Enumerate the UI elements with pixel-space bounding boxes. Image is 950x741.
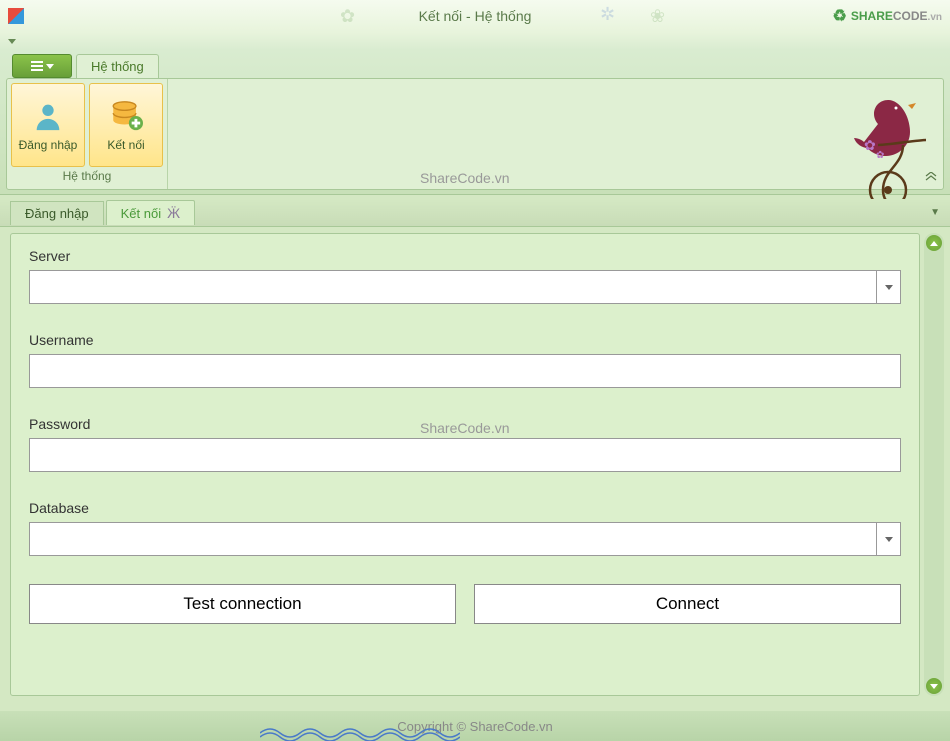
ribbon: Hệ thống Đăng nhập bbox=[0, 50, 950, 195]
titlebar: Kết nối - Hệ thống ♻ SHARECODE.vn ✿ ✲ ❀ bbox=[0, 0, 950, 32]
connect-form: Server Username Password Database Test c… bbox=[10, 233, 920, 696]
database-label: Database bbox=[29, 500, 901, 516]
scroll-down-button[interactable] bbox=[926, 678, 942, 694]
scroll-up-button[interactable] bbox=[926, 235, 942, 251]
tab-label: Kết nối bbox=[121, 206, 161, 221]
database-input[interactable] bbox=[29, 522, 877, 556]
tabs-menu-button[interactable]: ▼ bbox=[930, 207, 940, 218]
server-input[interactable] bbox=[29, 270, 877, 304]
wave-decoration bbox=[260, 723, 460, 741]
database-icon bbox=[108, 98, 144, 134]
window-title: Kết nối - Hệ thống bbox=[419, 8, 532, 24]
ribbon-tab-system[interactable]: Hệ thống bbox=[76, 54, 159, 78]
sharecode-logo: ♻ SHARECODE.vn bbox=[833, 6, 942, 26]
password-label: Password bbox=[29, 416, 901, 432]
tab-connect[interactable]: Kết nối Ӝ bbox=[106, 200, 195, 225]
server-dropdown-button[interactable] bbox=[877, 270, 901, 304]
vertical-scrollbar[interactable] bbox=[924, 233, 944, 696]
ribbon-button-label: Đăng nhập bbox=[19, 138, 78, 152]
ribbon-group-label: Hệ thống bbox=[11, 167, 163, 185]
application-menu-button[interactable] bbox=[12, 54, 72, 78]
document-tabs: Đăng nhập Kết nối Ӝ ▼ bbox=[0, 199, 950, 227]
app-icon bbox=[8, 8, 24, 24]
connect-button[interactable]: Connect bbox=[474, 584, 901, 624]
content-area: Server Username Password Database Test c… bbox=[0, 227, 950, 702]
ribbon-button-label: Kết nối bbox=[107, 138, 144, 152]
tab-label: Đăng nhập bbox=[25, 206, 89, 221]
password-input[interactable] bbox=[29, 438, 901, 472]
recycle-icon: ♻ bbox=[833, 6, 847, 26]
ribbon-group-system: Đăng nhập Kết nối Hệ thống bbox=[7, 79, 168, 189]
qat-dropdown-icon[interactable] bbox=[8, 39, 16, 44]
server-label: Server bbox=[29, 248, 901, 264]
quick-access-toolbar bbox=[0, 32, 950, 50]
database-dropdown-button[interactable] bbox=[877, 522, 901, 556]
username-input[interactable] bbox=[29, 354, 901, 388]
ribbon-login-button[interactable]: Đăng nhập bbox=[11, 83, 85, 167]
ribbon-connect-button[interactable]: Kết nối bbox=[89, 83, 163, 167]
test-connection-button[interactable]: Test connection bbox=[29, 584, 456, 624]
ribbon-tab-label: Hệ thống bbox=[91, 59, 144, 74]
username-label: Username bbox=[29, 332, 901, 348]
user-icon bbox=[30, 98, 66, 134]
status-bar: Copyright © ShareCode.vn bbox=[0, 711, 950, 741]
ribbon-collapse-button[interactable] bbox=[925, 172, 937, 185]
tab-login[interactable]: Đăng nhập bbox=[10, 201, 104, 225]
butterfly-icon: Ӝ bbox=[167, 205, 180, 221]
